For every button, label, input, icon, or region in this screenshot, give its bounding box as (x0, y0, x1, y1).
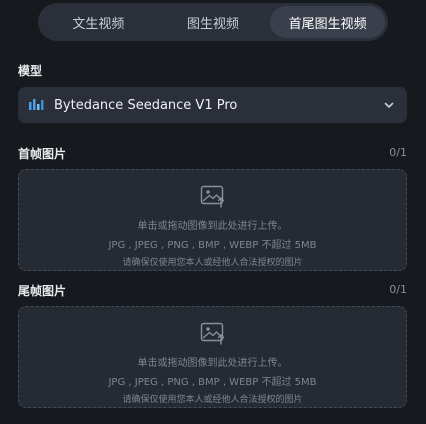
chevron-down-icon (383, 99, 395, 111)
tab-image-to-video[interactable]: 图生视频 (156, 6, 271, 38)
image-upload-icon (200, 321, 226, 345)
model-select[interactable]: Bytedance Seedance V1 Pro (18, 87, 407, 123)
model-label: 模型 (18, 64, 43, 78)
image-upload-icon (200, 184, 226, 208)
upload-hint: 单击或拖动图像到此处进行上传。 (137, 358, 288, 369)
model-selected-value: Bytedance Seedance V1 Pro (54, 97, 238, 113)
last-frame-count: 0/1 (389, 283, 407, 296)
bars-logo-icon (29, 98, 45, 112)
first-frame-label: 首帧图片 (18, 147, 67, 161)
first-frame-upload-area[interactable]: 单击或拖动图像到此处进行上传。 JPG , JPEG , PNG , BMP ,… (18, 169, 407, 271)
last-frame-label: 尾帧图片 (18, 284, 67, 298)
tab-text-to-video[interactable]: 文生视频 (41, 6, 156, 38)
first-frame-count: 0/1 (389, 146, 407, 159)
upload-hint: 单击或拖动图像到此处进行上传。 (137, 221, 288, 232)
last-frame-upload-area[interactable]: 单击或拖动图像到此处进行上传。 JPG , JPEG , PNG , BMP ,… (18, 306, 407, 408)
upload-notice: 请确保仅使用您本人或经他人合法授权的图片 (122, 395, 303, 405)
upload-notice: 请确保仅使用您本人或经他人合法授权的图片 (122, 258, 303, 268)
mode-tabs: 文生视频 图生视频 首尾图生视频 (38, 3, 388, 41)
upload-formats: JPG , JPEG , PNG , BMP , WEBP 不超过 5MB (108, 377, 317, 388)
tab-first-last-frame-video[interactable]: 首尾图生视频 (270, 6, 386, 38)
upload-formats: JPG , JPEG , PNG , BMP , WEBP 不超过 5MB (108, 240, 317, 251)
